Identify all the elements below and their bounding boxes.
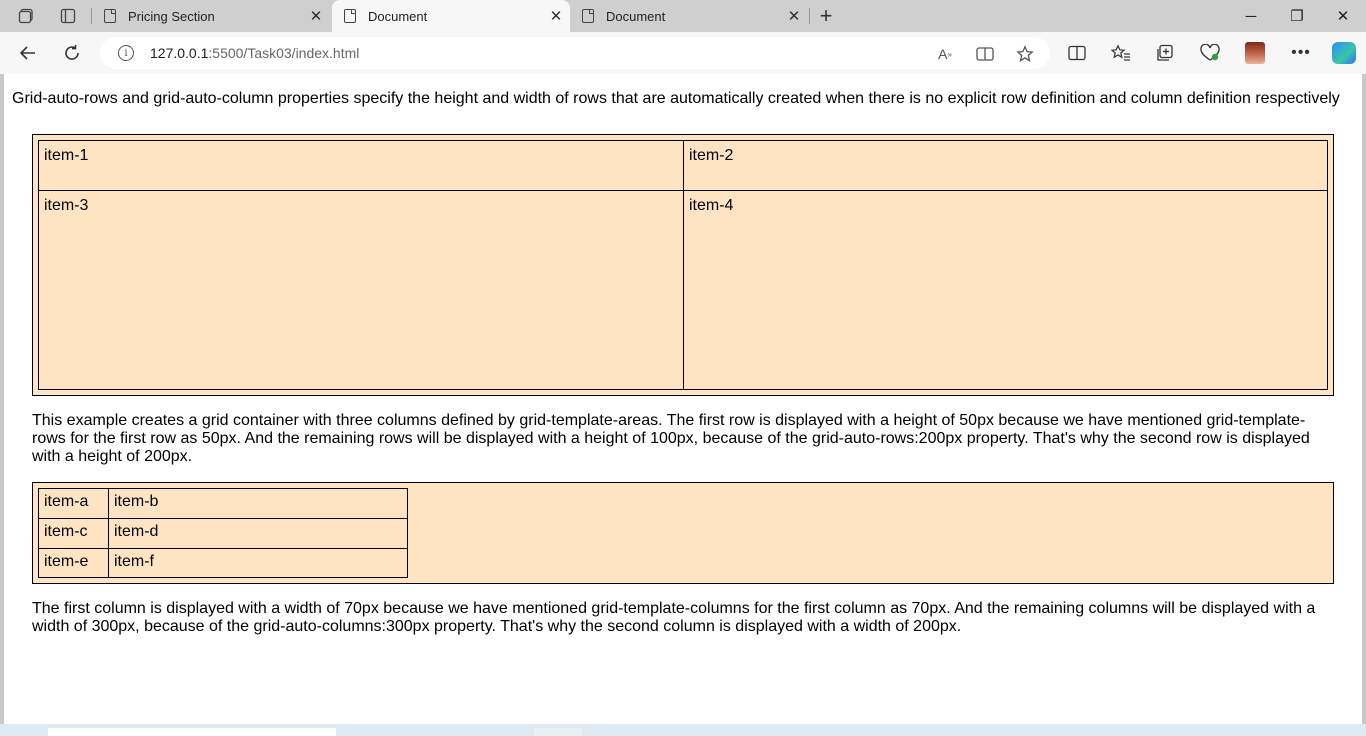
address-toolbar: i 127.0.0.1:5500/Task03/index.html A» ••… bbox=[0, 32, 1366, 74]
profile-avatar[interactable] bbox=[1245, 42, 1265, 64]
document-icon bbox=[582, 9, 594, 23]
grid-item-d: item-d bbox=[108, 518, 408, 549]
grid-item-a: item-a bbox=[38, 488, 109, 519]
grid-item-1: item-1 bbox=[38, 140, 684, 191]
explanation-paragraph-1: This example creates a grid container wi… bbox=[32, 412, 1310, 465]
immersive-reader-icon[interactable] bbox=[974, 44, 996, 64]
workspaces-icon[interactable] bbox=[12, 4, 40, 28]
restore-button[interactable]: ❐ bbox=[1274, 0, 1320, 32]
grid-item-e: item-e bbox=[38, 548, 109, 578]
document-icon bbox=[344, 9, 356, 23]
taskbar-segment bbox=[534, 728, 582, 736]
tab-close-icon[interactable]: ✕ bbox=[302, 7, 330, 25]
grid-item-3: item-3 bbox=[38, 190, 684, 390]
tab-document-active[interactable]: Document ✕ bbox=[332, 0, 570, 32]
grid-item-b: item-b bbox=[108, 488, 408, 519]
address-bar[interactable]: i 127.0.0.1:5500/Task03/index.html A» bbox=[100, 37, 1050, 69]
collections-icon[interactable] bbox=[1153, 42, 1177, 64]
taskbar-segment bbox=[48, 728, 336, 736]
close-window-button[interactable]: ✕ bbox=[1320, 0, 1366, 32]
browser-essentials-icon[interactable] bbox=[1198, 42, 1222, 64]
favorite-star-icon[interactable] bbox=[1014, 44, 1036, 64]
taskbar-strip bbox=[0, 724, 1366, 736]
grid-auto-rows-container: item-1 item-2 item-3 item-4 bbox=[32, 134, 1334, 396]
new-tab-button[interactable]: + bbox=[812, 3, 840, 28]
minimize-button[interactable]: ─ bbox=[1228, 0, 1274, 32]
more-icon[interactable]: ••• bbox=[1289, 42, 1313, 64]
grid-auto-columns-container: item-a item-b item-c item-d item-e item-… bbox=[32, 482, 1334, 584]
grid-item-2: item-2 bbox=[683, 140, 1328, 191]
document-icon bbox=[104, 9, 116, 23]
tab-document[interactable]: Document ✕ bbox=[570, 0, 808, 32]
back-icon[interactable] bbox=[13, 39, 43, 67]
refresh-icon[interactable] bbox=[57, 39, 87, 67]
tab-title: Document bbox=[368, 8, 428, 24]
tab-title: Pricing Section bbox=[128, 8, 215, 24]
tab-close-icon[interactable]: ✕ bbox=[780, 7, 808, 25]
tab-pricing-section[interactable]: Pricing Section ✕ bbox=[92, 0, 330, 32]
read-aloud-icon[interactable]: A» bbox=[934, 44, 956, 64]
explanation-paragraph-2: The first column is displayed with a wid… bbox=[32, 600, 1316, 635]
page-viewport: Grid-auto-rows and grid-auto-column prop… bbox=[4, 74, 1362, 724]
tab-strip: Pricing Section ✕ Document ✕ Document ✕ … bbox=[0, 0, 1366, 32]
copilot-icon[interactable] bbox=[1332, 42, 1356, 64]
tab-close-icon[interactable]: ✕ bbox=[542, 7, 570, 25]
split-screen-icon[interactable] bbox=[1065, 42, 1089, 64]
tab-separator bbox=[809, 8, 810, 24]
tab-title: Document bbox=[606, 8, 666, 24]
grid-item-c: item-c bbox=[38, 518, 109, 549]
grid-item-4: item-4 bbox=[683, 190, 1328, 390]
favorites-icon[interactable] bbox=[1109, 42, 1133, 64]
grid-item-f: item-f bbox=[108, 548, 408, 578]
intro-text: Grid-auto-rows and grid-auto-column prop… bbox=[12, 90, 1340, 107]
url-text[interactable]: 127.0.0.1:5500/Task03/index.html bbox=[150, 45, 359, 61]
info-icon[interactable]: i bbox=[118, 45, 134, 61]
tab-actions-icon[interactable] bbox=[54, 4, 82, 28]
